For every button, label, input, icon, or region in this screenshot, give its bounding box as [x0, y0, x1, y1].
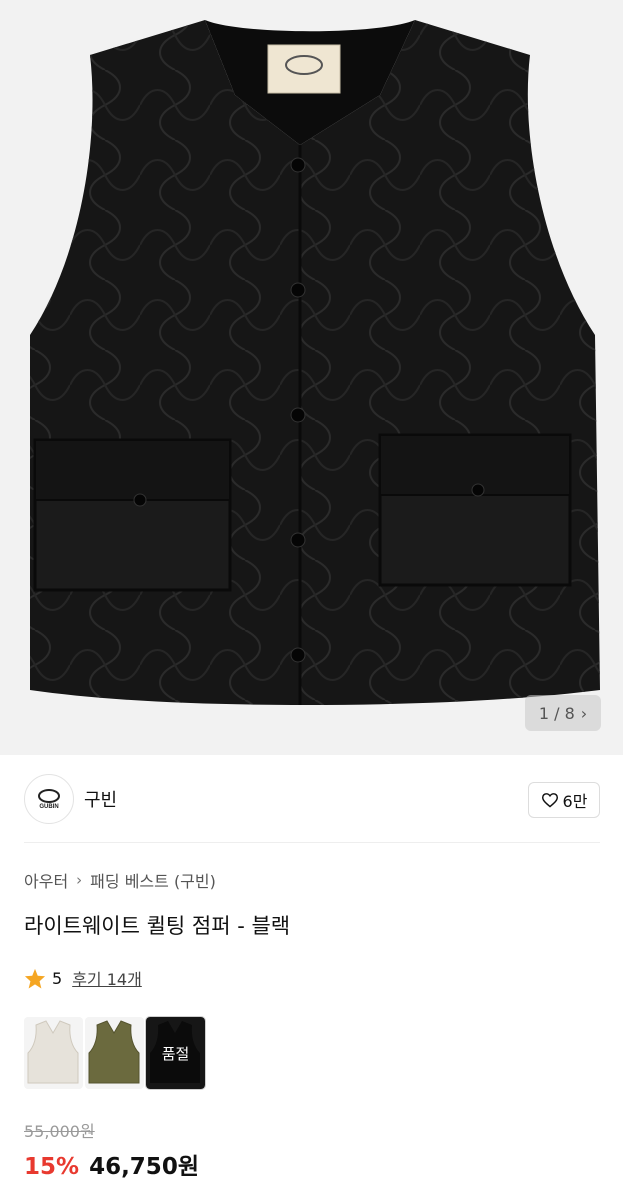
swatch-black[interactable]: 품절 [145, 1016, 206, 1090]
rating-row: 5 후기 14개 [24, 966, 142, 990]
breadcrumb: 아우터 › 패딩 베스트 (구빈) [24, 868, 216, 892]
swatch-ivory-thumb [27, 1020, 79, 1084]
image-counter[interactable]: 1 / 8 › [525, 695, 601, 731]
brand-logo[interactable]: GUBIN [24, 774, 74, 824]
swatch-ivory[interactable] [24, 1017, 83, 1089]
product-image-gallery[interactable]: 1 / 8 › [0, 0, 623, 755]
price-row: 15% 46,750원 [24, 1147, 199, 1181]
brand-logo-mark: GUBIN [38, 789, 60, 810]
chevron-right-icon: › [76, 871, 83, 889]
like-button[interactable]: 6만 [528, 782, 600, 818]
color-swatches: 품절 [24, 1016, 206, 1090]
star-icon [24, 968, 46, 989]
original-price: 55,000원 [24, 1122, 95, 1141]
like-count: 6만 [562, 792, 588, 811]
chevron-right-icon: › [580, 703, 588, 723]
heart-icon [541, 793, 558, 808]
image-counter-text: 1 / 8 [538, 703, 575, 723]
sold-out-badge: 품절 [146, 1017, 205, 1089]
discount-rate: 15% [24, 1154, 80, 1180]
product-title: 라이트웨이트 퀼팅 점퍼 - 블랙 [24, 914, 291, 938]
breadcrumb-category[interactable]: 아우터 [24, 868, 68, 892]
divider [24, 842, 600, 843]
breadcrumb-subcategory[interactable]: 패딩 베스트 (구빈) [90, 868, 216, 892]
rating-score: 5 [52, 968, 63, 988]
swatch-khaki[interactable] [85, 1017, 144, 1089]
swatch-khaki-thumb [88, 1020, 140, 1084]
brand-name[interactable]: 구빈 [84, 786, 117, 812]
reviews-link[interactable]: 후기 14개 [72, 966, 142, 990]
brand-row: GUBIN 구빈 6만 [24, 774, 600, 824]
vest-product-photo [0, 0, 623, 755]
final-price: 46,750원 [89, 1154, 199, 1180]
brand-logo-text: GUBIN [39, 804, 58, 810]
